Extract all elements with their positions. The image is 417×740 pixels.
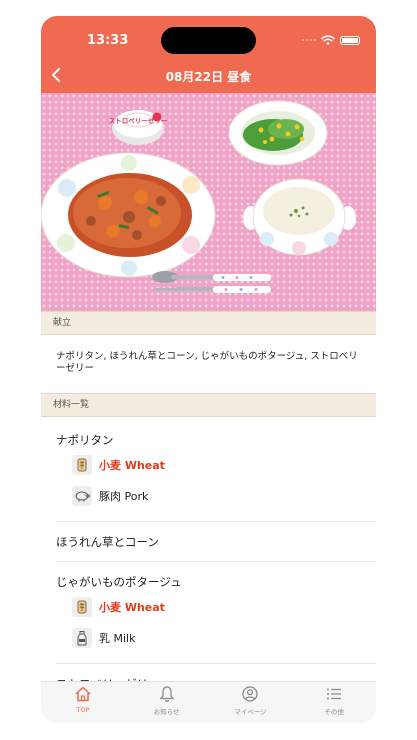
- divider: [56, 521, 376, 522]
- battery-icon: [340, 35, 360, 45]
- bell-icon: [159, 686, 174, 702]
- ingredient-item: 小麦 Wheat: [72, 454, 165, 476]
- dish-name: ナポリタン: [56, 433, 114, 447]
- dish-name: ほうれん草とコーン: [56, 535, 159, 549]
- potage-cup: [243, 178, 356, 256]
- milk-bottle-icon: [72, 628, 92, 648]
- dynamic-island: [161, 27, 256, 54]
- user-icon: [242, 686, 259, 702]
- tab-notifications[interactable]: お知らせ: [125, 682, 209, 723]
- ingredient-label: 豚肉 Pork: [99, 490, 149, 503]
- ingredient-label: 小麦 Wheat: [99, 459, 165, 472]
- status-icons: [302, 35, 360, 45]
- menu-description: ナポリタン, ほうれん草とコーン, じゃがいものポタージュ, ストロベリーゼリー: [56, 351, 358, 374]
- dish-name: じゃがいものポタージュ: [56, 575, 182, 589]
- ingredient-label: 小麦 Wheat: [99, 601, 165, 614]
- page-title: 08月22日 昼食: [165, 70, 252, 84]
- salad-bowl: [228, 100, 328, 166]
- ingredient-item: 乳 Milk: [72, 627, 135, 649]
- cutlery-set: [152, 271, 273, 293]
- tab-label: お知らせ: [153, 708, 180, 716]
- wheat-icon: [72, 455, 92, 475]
- tab-label: マイページ: [234, 708, 267, 716]
- ingredient-item: 豚肉 Pork: [72, 485, 148, 507]
- tab-label: その他: [324, 708, 344, 716]
- tab-top[interactable]: TOP: [41, 682, 125, 723]
- status-time: 13:33: [87, 33, 129, 48]
- ingredient-label: 乳 Milk: [99, 632, 136, 645]
- home-icon: [75, 686, 91, 702]
- menu-section-header: 献立: [41, 311, 376, 335]
- bottom-tab-bar: TOP お知らせ マイページ その他: [41, 681, 376, 723]
- pig-icon: [72, 486, 92, 506]
- cellular-signal-icon: [302, 39, 316, 41]
- tab-mypage[interactable]: マイページ: [209, 682, 293, 723]
- tab-label: TOP: [76, 706, 90, 714]
- jelly-cup: ストロベリーゼリー: [109, 110, 167, 145]
- meal-photo: ストロベリーゼリー: [41, 93, 376, 311]
- divider: [56, 561, 376, 562]
- wheat-icon: [72, 597, 92, 617]
- napolitan-plate: [41, 152, 216, 278]
- divider: [56, 663, 376, 664]
- ingredient-item: 小麦 Wheat: [72, 596, 165, 618]
- app-header: 13:33 08月22日 昼食: [41, 16, 376, 93]
- tab-other[interactable]: その他: [292, 682, 376, 723]
- menu-list-icon: [327, 688, 342, 700]
- phone-screen: 13:33 08月22日 昼食 ストロベリーゼリー 献立 ナポリタン, ほうれん…: [41, 16, 376, 723]
- wifi-icon: [321, 35, 335, 45]
- ingredients-section-header: 材料一覧: [41, 393, 376, 417]
